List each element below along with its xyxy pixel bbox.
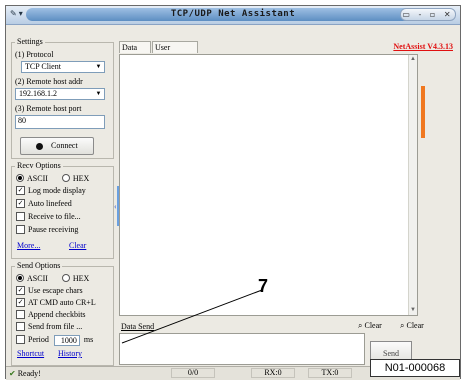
figure-id-label: N01-000068 — [370, 359, 460, 377]
callout-number: 7 — [258, 276, 269, 296]
callout-leader-line — [121, 289, 263, 344]
